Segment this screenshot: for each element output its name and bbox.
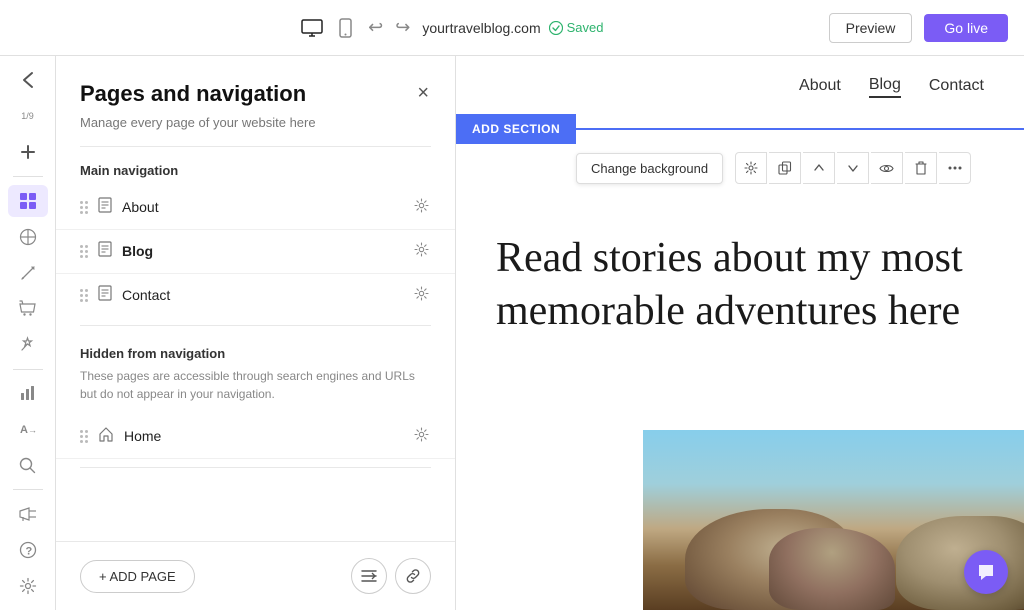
drag-handle-contact[interactable] [80, 289, 88, 302]
editor-image-area [456, 430, 1024, 610]
editor-area: About Blog Contact ADD SECTION Change ba… [456, 56, 1024, 610]
section-move-down-icon[interactable] [837, 152, 869, 184]
icon-rail: 1/9 A→ [0, 56, 56, 610]
page-icon-blog [98, 241, 112, 261]
mobile-device-button[interactable] [335, 14, 356, 42]
magic-button[interactable] [8, 329, 48, 361]
editor-nav-about[interactable]: About [799, 77, 841, 97]
theme-button[interactable] [8, 221, 48, 253]
search-button[interactable] [8, 449, 48, 481]
nav-item-contact-gear[interactable] [412, 284, 431, 307]
marketing-button[interactable] [8, 498, 48, 530]
footer-icons [351, 558, 431, 594]
desktop-device-button[interactable] [297, 15, 327, 41]
nav-item-contact-label: Contact [122, 287, 402, 303]
editor-content-area: Read stories about my most memorable adv… [456, 192, 1024, 430]
undo-redo-group: ↩ ↪ [364, 13, 414, 42]
sidebar-subtitle: Manage every page of your website here [56, 109, 455, 146]
page-icon-home [98, 426, 114, 446]
device-icons [297, 14, 356, 42]
page-icon-contact [98, 285, 112, 305]
drag-handle-blog[interactable] [80, 245, 88, 258]
topbar-right: Preview Go live [829, 13, 1008, 43]
editor-nav-bar: About Blog Contact [456, 56, 1024, 114]
sidebar-title: Pages and navigation [80, 80, 306, 109]
sidebar-divider-3 [80, 467, 431, 468]
page-icon-about [98, 197, 112, 217]
nav-item-about-label: About [122, 199, 402, 215]
drag-handle-home[interactable] [80, 430, 88, 443]
section-visibility-icon[interactable] [871, 152, 903, 184]
topbar-center: ↩ ↪ yourtravelblog.com Saved [297, 13, 603, 42]
nav-item-blog-label: Blog [122, 243, 402, 259]
nav-item-blog-gear[interactable] [412, 240, 431, 263]
add-element-button[interactable] [8, 136, 48, 168]
saved-badge: Saved [549, 20, 604, 35]
svg-text:?: ? [25, 546, 32, 558]
drag-handle-about[interactable] [80, 201, 88, 214]
sidebar-panel: Pages and navigation × Manage every page… [56, 56, 456, 610]
preview-button[interactable]: Preview [829, 13, 913, 43]
hidden-nav-desc: These pages are accessible through searc… [56, 367, 455, 415]
add-section-bar: ADD SECTION [456, 114, 1024, 144]
back-nav-button[interactable] [8, 64, 48, 96]
sidebar-footer: + ADD PAGE [56, 541, 455, 610]
nav-item-home-gear[interactable] [412, 425, 431, 448]
golive-button[interactable]: Go live [924, 14, 1008, 42]
nav-item-about-gear[interactable] [412, 196, 431, 219]
undo-button[interactable]: ↩ [364, 13, 387, 42]
sidebar-header: Pages and navigation × [56, 56, 455, 109]
chat-icon [976, 562, 996, 582]
nav-item-contact: Contact [56, 274, 455, 317]
translate-button[interactable]: A→ [8, 413, 48, 445]
rail-separator-2 [13, 369, 43, 370]
pages-nav-button[interactable] [8, 185, 48, 217]
editor-nav-contact[interactable]: Contact [929, 77, 984, 97]
add-section-button[interactable]: ADD SECTION [456, 114, 576, 144]
chat-bubble-button[interactable] [964, 550, 1008, 594]
svg-text:A: A [20, 424, 28, 436]
nav-item-home-label: Home [124, 428, 402, 444]
section-move-up-icon[interactable] [803, 152, 835, 184]
editor-main-text[interactable]: Read stories about my most memorable adv… [496, 232, 984, 337]
editor-nav-blog[interactable]: Blog [869, 76, 901, 98]
add-section-line [576, 128, 1024, 130]
section-settings-icon[interactable] [735, 152, 767, 184]
reorder-pages-button[interactable] [351, 558, 387, 594]
svg-text:→: → [28, 425, 37, 435]
page-counter: 1/9 [8, 100, 48, 132]
draw-button[interactable] [8, 257, 48, 289]
sidebar-close-button[interactable]: × [415, 80, 431, 107]
domain-label: yourtravelblog.com [422, 20, 540, 36]
change-background-button[interactable]: Change background [576, 153, 723, 184]
section-duplicate-icon[interactable] [769, 152, 801, 184]
rail-separator-1 [13, 176, 43, 177]
section-toolbar-icons [735, 152, 971, 184]
help-button[interactable]: ? [8, 534, 48, 566]
saved-text: Saved [567, 20, 604, 35]
redo-button[interactable]: ↪ [391, 13, 414, 42]
section-delete-icon[interactable] [905, 152, 937, 184]
settings-button[interactable] [8, 570, 48, 602]
top-bar: ↩ ↪ yourtravelblog.com Saved Preview Go … [0, 0, 1024, 56]
nav-item-about: About [56, 186, 455, 230]
hidden-nav-label: Hidden from navigation [56, 326, 455, 367]
store-button[interactable] [8, 293, 48, 325]
analytics-button[interactable] [8, 377, 48, 409]
rail-separator-3 [13, 489, 43, 490]
main-nav-list: About Blog [56, 186, 455, 317]
nav-item-home: Home [56, 415, 455, 459]
nav-item-blog: Blog [56, 230, 455, 274]
link-button[interactable] [395, 558, 431, 594]
add-page-button[interactable]: + ADD PAGE [80, 560, 195, 593]
main-nav-label: Main navigation [56, 147, 455, 186]
section-toolbar-row: Change background [456, 144, 1024, 192]
main-area: 1/9 A→ [0, 56, 1024, 610]
section-toolbar-inner: Change background [456, 152, 1024, 184]
section-more-icon[interactable] [939, 152, 971, 184]
